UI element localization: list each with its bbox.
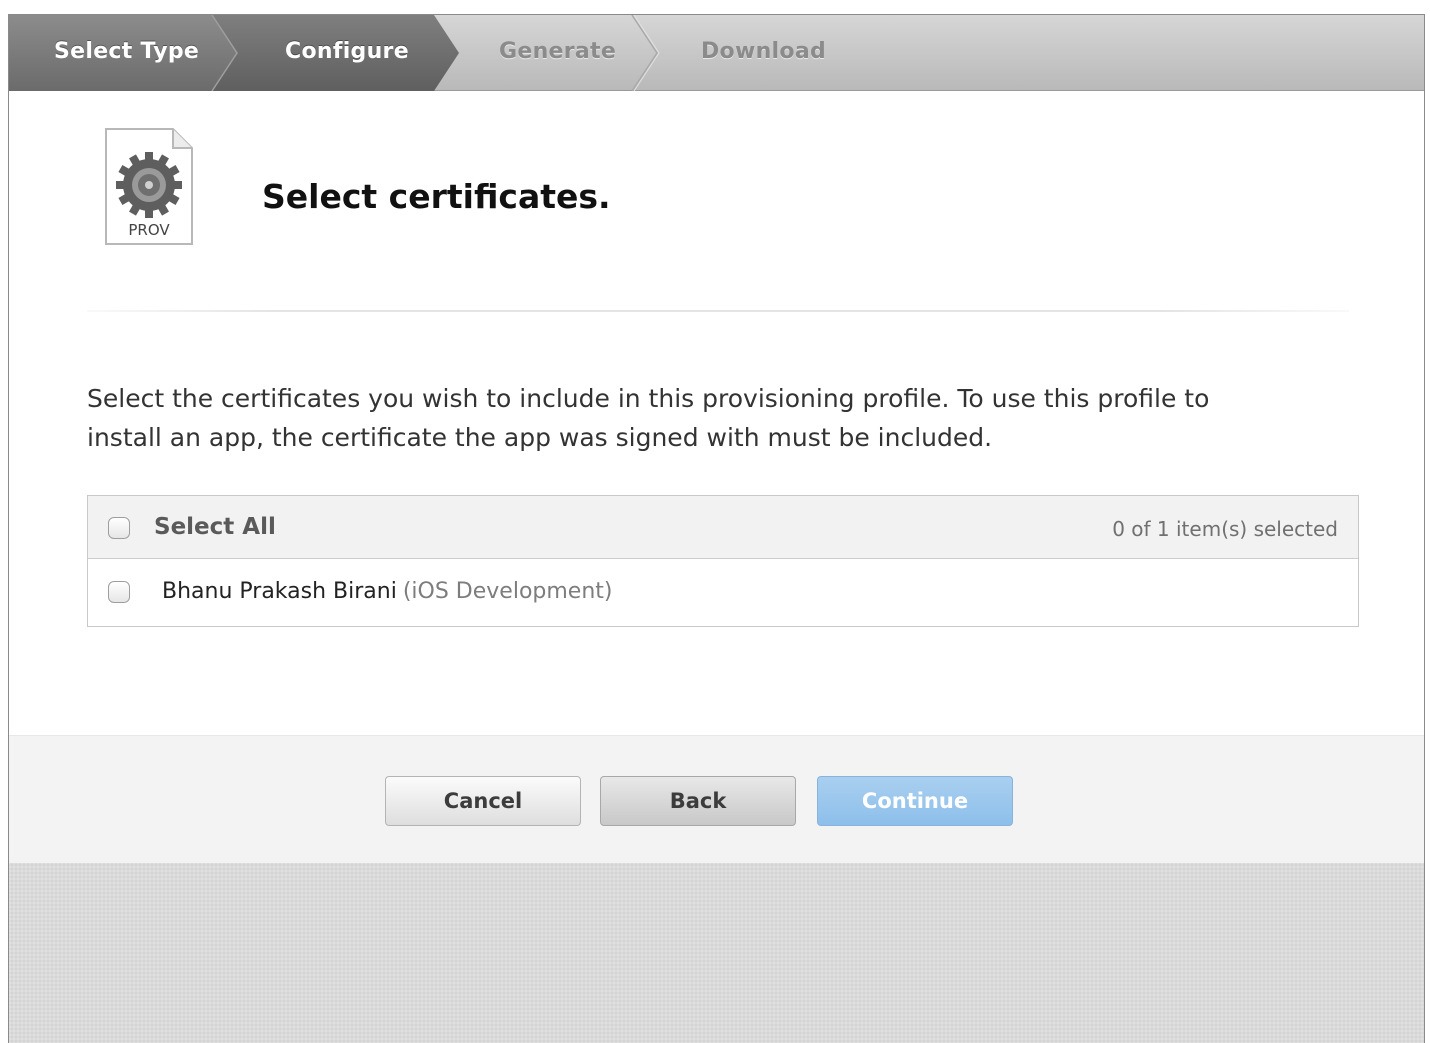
page-background [9, 863, 1424, 1043]
step-generate: Generate [499, 39, 617, 64]
step-select-type[interactable]: Select Type [54, 39, 199, 64]
certificate-name: Bhanu Prakash Birani [162, 579, 397, 604]
selected-count: 0 of 1 item(s) selected [1112, 517, 1338, 541]
wizard-steps-bar: Select Type Configure Generate Download [9, 15, 1424, 91]
cancel-button[interactable]: Cancel [385, 776, 581, 826]
list-item[interactable]: Bhanu Prakash Birani (iOS Development) [88, 559, 1358, 626]
step-separator-highlight [633, 15, 660, 91]
back-button[interactable]: Back [600, 776, 796, 826]
select-all-checkbox[interactable] [108, 517, 130, 539]
description-text: Select the certificates you wish to incl… [87, 384, 1210, 452]
footer-actions: Cancel Back Continue [9, 735, 1424, 863]
divider [87, 310, 1349, 312]
provisioning-profile-icon: PROV [105, 128, 193, 245]
continue-button[interactable]: Continue [817, 776, 1013, 826]
step-download: Download [701, 39, 827, 64]
certificate-checkbox[interactable] [108, 581, 130, 603]
step-configure[interactable]: Configure [285, 39, 409, 64]
certificate-type: (iOS Development) [402, 579, 613, 604]
certificate-name-container: Bhanu Prakash Birani (iOS Development) [162, 579, 612, 604]
select-all-label[interactable]: Select All [154, 514, 276, 540]
page-title: Select certificates. [262, 177, 611, 216]
wizard-frame: Select Type Configure Generate Download [8, 14, 1425, 1043]
prov-label: PROV [128, 221, 170, 239]
certificate-list: Select All 0 of 1 item(s) selected Bhanu… [87, 495, 1359, 627]
step-separator [631, 15, 658, 91]
certificate-list-header: Select All 0 of 1 item(s) selected [88, 496, 1358, 559]
